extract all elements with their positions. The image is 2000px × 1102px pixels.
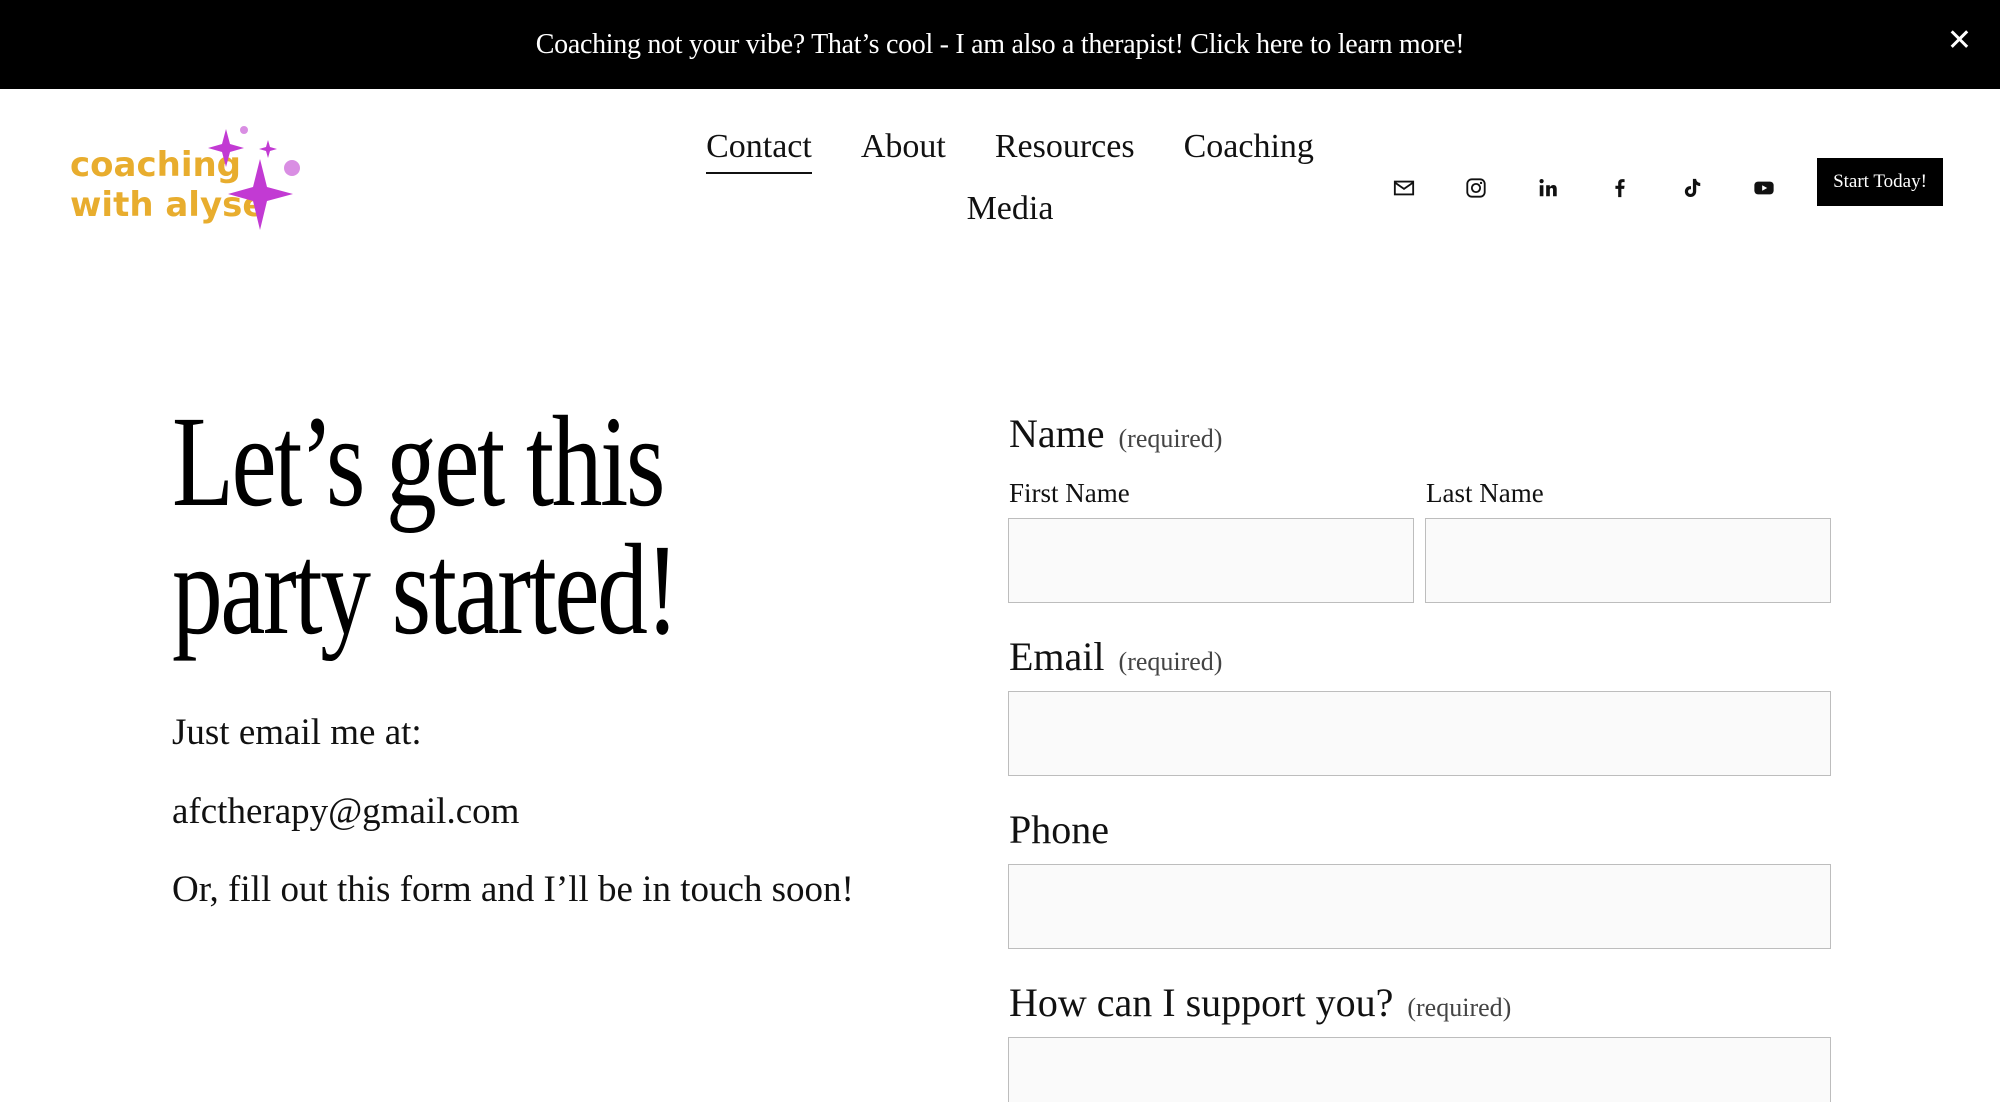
- nav-media[interactable]: Media: [967, 190, 1054, 234]
- required-note: (required): [1118, 424, 1223, 453]
- required-note: (required): [1118, 647, 1223, 676]
- social-links: [1392, 176, 1776, 200]
- instagram-icon[interactable]: [1464, 176, 1488, 200]
- logo-graphic: coaching with alyse: [70, 126, 300, 230]
- linkedin-icon[interactable]: [1536, 176, 1560, 200]
- nav-resources[interactable]: Resources: [995, 128, 1135, 174]
- email-field[interactable]: [1008, 691, 1831, 776]
- headline-line-2: party started!: [172, 518, 679, 662]
- logo-text-line2: with alyse: [70, 185, 265, 225]
- facebook-icon[interactable]: [1608, 176, 1632, 200]
- logo[interactable]: coaching with alyse: [68, 124, 308, 236]
- sparkle-tiny-icon: [259, 140, 277, 158]
- name-label: Name (required): [1009, 410, 1222, 457]
- last-name-label: Last Name: [1426, 478, 1544, 508]
- support-label-text: How can I support you?: [1009, 980, 1394, 1025]
- close-icon[interactable]: ✕: [1947, 26, 1972, 56]
- phone-label: Phone: [1009, 807, 1109, 852]
- first-name-field[interactable]: [1008, 518, 1414, 603]
- mail-icon[interactable]: [1392, 176, 1416, 200]
- nav-about[interactable]: About: [861, 128, 946, 174]
- intro-text: Just email me at:: [172, 712, 422, 753]
- nav-coaching[interactable]: Coaching: [1184, 128, 1314, 174]
- support-label: How can I support you? (required): [1009, 979, 1511, 1026]
- announcement-link[interactable]: Coaching not your vibe? That’s cool - I …: [536, 29, 1465, 61]
- phone-field[interactable]: [1008, 864, 1831, 949]
- start-today-button[interactable]: Start Today!: [1817, 158, 1943, 206]
- email-label-text: Email: [1009, 634, 1105, 679]
- name-label-text: Name: [1009, 411, 1105, 456]
- tiktok-icon[interactable]: [1680, 176, 1704, 200]
- announcement-banner: Coaching not your vibe? That’s cool - I …: [0, 0, 2000, 89]
- support-message-field[interactable]: [1008, 1037, 1831, 1102]
- email-label: Email (required): [1009, 633, 1222, 680]
- outro-text: Or, fill out this form and I’ll be in to…: [172, 869, 854, 910]
- page-title: Let’s get this party started!: [172, 397, 952, 655]
- nav-contact[interactable]: Contact: [706, 128, 812, 174]
- youtube-icon[interactable]: [1752, 176, 1776, 200]
- headline-line-1: Let’s get this: [172, 390, 665, 534]
- logo-text-line1: coaching: [70, 145, 241, 185]
- main-nav: Contact About Resources Coaching Media: [700, 128, 1320, 234]
- dot-icon: [240, 126, 248, 134]
- required-note: (required): [1407, 993, 1512, 1022]
- last-name-field[interactable]: [1425, 518, 1831, 603]
- contact-email[interactable]: afctherapy@gmail.com: [172, 790, 519, 833]
- dot-icon: [284, 160, 300, 176]
- first-name-label: First Name: [1009, 478, 1130, 508]
